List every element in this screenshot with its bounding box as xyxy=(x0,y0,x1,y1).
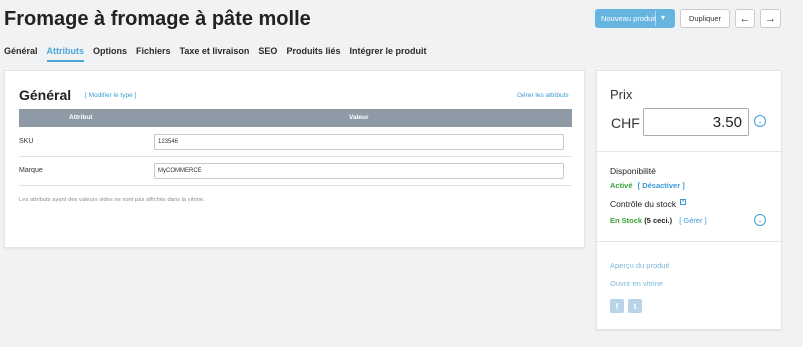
availability-row: Activé [ Désactiver ] xyxy=(610,181,685,190)
stock-control-text: Contrôle du stock xyxy=(610,199,677,209)
facebook-icon[interactable]: f xyxy=(610,299,624,313)
attribute-label-sku: SKU xyxy=(19,138,34,145)
tab-tax-shipping[interactable]: Taxe et livraison xyxy=(180,46,250,62)
tab-general[interactable]: Général xyxy=(4,46,38,62)
new-product-button[interactable]: Nouveau produit ▾ xyxy=(595,9,675,28)
product-sidebar: Prix CHF 3.50 ⌄ Disponibilité Activé [ D… xyxy=(596,70,782,330)
stock-count: (5 ceci.) xyxy=(644,216,673,225)
divider xyxy=(597,241,781,242)
tab-embed-product[interactable]: Intégrer le produit xyxy=(349,46,426,62)
arrow-right-icon[interactable]: → xyxy=(760,9,781,28)
stock-status: En Stock xyxy=(610,216,643,225)
new-product-label: Nouveau produit xyxy=(601,14,657,23)
tab-files[interactable]: Fichiers xyxy=(136,46,171,62)
manage-attributes-link[interactable]: Gérer les attributs xyxy=(517,92,569,99)
tab-attributes[interactable]: Attributs xyxy=(46,46,85,62)
page-title: Fromage à fromage à pâte molle xyxy=(4,8,311,30)
stock-row: En Stock (5 ceci.) [ Gérer ] xyxy=(610,216,707,225)
chevron-down-icon[interactable]: ▾ xyxy=(661,13,665,22)
open-storefront-link[interactable]: Ouvrir en vitrine xyxy=(610,279,663,288)
button-separator xyxy=(655,11,656,26)
tab-seo[interactable]: SEO xyxy=(258,46,277,62)
currency-label: CHF xyxy=(611,115,640,131)
tab-options[interactable]: Options xyxy=(93,46,127,62)
chevron-down-icon[interactable]: ⌄ xyxy=(754,115,766,127)
table-row: Marque MyCOMMERCE xyxy=(19,157,572,186)
column-header-attribute: Attribut xyxy=(69,114,93,121)
price-label: Prix xyxy=(610,87,633,102)
external-link-icon[interactable]: ↗ xyxy=(679,199,686,205)
price-input[interactable]: 3.50 xyxy=(643,108,749,136)
arrow-left-icon[interactable]: ← xyxy=(735,9,755,28)
twitter-icon[interactable]: t xyxy=(628,299,642,313)
manage-stock-link[interactable]: [ Gérer ] xyxy=(679,216,707,225)
chevron-down-icon[interactable]: ⌄ xyxy=(754,214,766,226)
preview-product-link[interactable]: Aperçu du produit xyxy=(610,261,669,270)
sku-input[interactable]: 123546 xyxy=(154,134,564,150)
attribute-label-brand: Marque xyxy=(19,167,43,174)
modify-type-link[interactable]: [ Modifier le type ] xyxy=(85,92,136,99)
empty-attributes-note: Les attributs ayant des valeurs vides ne… xyxy=(19,197,205,203)
tab-related-products[interactable]: Produits liés xyxy=(286,46,340,62)
stock-control-label: Contrôle du stock ↗ xyxy=(610,199,686,209)
attributes-panel: Général [ Modifier le type ] Gérer les a… xyxy=(4,70,585,248)
availability-label: Disponibilité xyxy=(610,166,656,176)
availability-status: Activé xyxy=(610,181,633,190)
attributes-heading: Général xyxy=(19,87,72,103)
duplicate-button[interactable]: Dupliquer xyxy=(680,9,730,28)
brand-input[interactable]: MyCOMMERCE xyxy=(154,163,564,179)
divider xyxy=(597,151,781,152)
attributes-table-header: Attribut Valeur xyxy=(19,109,572,127)
column-header-value: Valeur xyxy=(349,114,369,121)
tab-bar: Général Attributs Options Fichiers Taxe … xyxy=(4,46,435,62)
deactivate-link[interactable]: [ Désactiver ] xyxy=(638,181,685,190)
table-row: SKU 123546 xyxy=(19,128,572,157)
